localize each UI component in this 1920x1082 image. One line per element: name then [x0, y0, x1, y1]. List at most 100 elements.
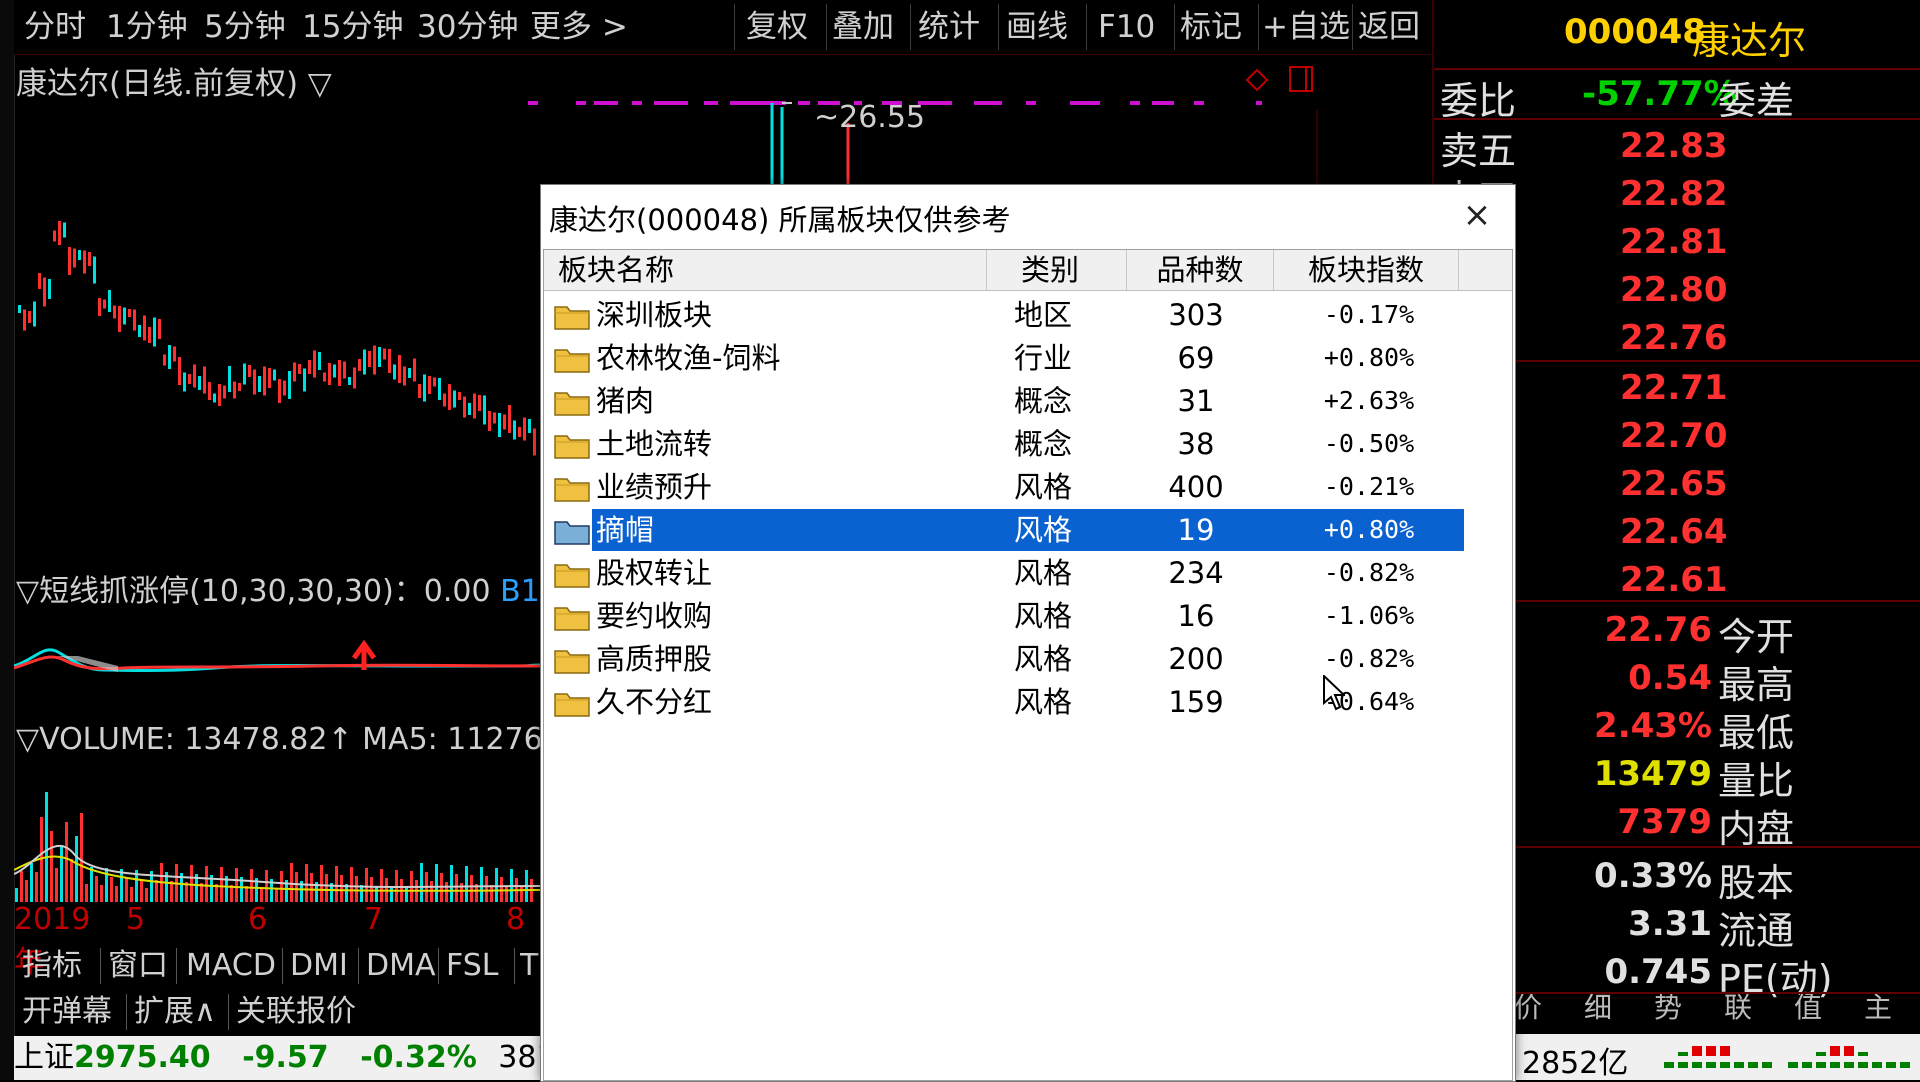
- ask-price[interactable]: 22.82: [1620, 174, 1728, 214]
- tab-indicator[interactable]: 指标: [22, 944, 82, 988]
- ask-price[interactable]: 22.83: [1620, 126, 1728, 166]
- stat-value: 22.76: [1604, 610, 1712, 650]
- tab-price[interactable]: 价: [1514, 994, 1542, 1026]
- related-quotes-button[interactable]: 关联报价: [236, 990, 356, 1034]
- bid-price[interactable]: 22.61: [1620, 560, 1728, 600]
- sector-index: +0.80%: [1323, 343, 1415, 372]
- table-row[interactable]: 土地流转 概念 38 -0.50%: [544, 423, 1464, 465]
- header-category[interactable]: 类别: [974, 250, 1127, 290]
- bid-price[interactable]: 22.70: [1620, 416, 1728, 456]
- folder-icon: [554, 646, 590, 674]
- add-watchlist-button[interactable]: +自选: [1262, 0, 1350, 54]
- tab-tr[interactable]: TR: [520, 944, 540, 988]
- header-sector-name[interactable]: 板块名称: [544, 250, 987, 290]
- tab-5min[interactable]: 5分钟: [204, 0, 286, 54]
- sector-name: 深圳板块: [596, 298, 713, 332]
- folder-icon: [554, 474, 590, 502]
- table-row[interactable]: 高质押股 风格 200 -0.82%: [544, 638, 1464, 680]
- tab-more[interactable]: 更多 >: [530, 0, 628, 54]
- tab-detail[interactable]: 细: [1584, 994, 1612, 1026]
- sector-category: 地区: [1014, 298, 1073, 332]
- sector-index: -0.82%: [1323, 644, 1415, 673]
- sector-category: 概念: [1014, 384, 1073, 418]
- f10-button[interactable]: F10: [1098, 0, 1155, 54]
- folder-icon: [554, 689, 590, 717]
- dialog-titlebar[interactable]: 康达尔(000048) 所属板块仅供参考 ×: [541, 185, 1515, 247]
- statistics-button[interactable]: 统计: [918, 0, 980, 54]
- bid-price[interactable]: 22.64: [1620, 512, 1728, 552]
- sector-name: 土地流转: [596, 427, 713, 461]
- index-status-bar[interactable]: 上证2975.40 -9.57 -0.32% 3813亿: [14, 1036, 605, 1080]
- tab-15min[interactable]: 15分钟: [302, 0, 403, 54]
- sector-name: 业绩预升: [596, 470, 713, 504]
- sector-category: 风格: [1014, 685, 1073, 719]
- tab-minute-chart[interactable]: 分时: [24, 0, 86, 54]
- tab-dmi[interactable]: DMI: [290, 944, 348, 988]
- volume-label[interactable]: ▽VOLUME: 13478.82↑ MA5: 11276.57: [16, 722, 590, 757]
- tab-fsl[interactable]: FSL: [446, 944, 499, 988]
- bid-price[interactable]: 22.65: [1620, 464, 1728, 504]
- expand-toggle[interactable]: 扩展∧: [134, 990, 216, 1034]
- ask-price[interactable]: 22.80: [1620, 270, 1728, 310]
- sector-count: 159: [1168, 685, 1224, 719]
- folder-icon: [554, 345, 590, 373]
- indicator-tabs: 指标 窗口 MACD DMI DMA FSL TR: [14, 944, 540, 988]
- header-count[interactable]: 品种数: [1127, 250, 1274, 290]
- table-row[interactable]: 业绩预升 风格 400 -0.21%: [544, 466, 1464, 508]
- sector-count: 38: [1177, 427, 1215, 461]
- bid-price[interactable]: 22.71: [1620, 368, 1728, 408]
- folder-icon: [554, 560, 590, 588]
- tab-related[interactable]: 联: [1724, 994, 1752, 1026]
- table-row[interactable]: 深圳板块 地区 303 -0.17%: [544, 294, 1464, 336]
- draw-line-button[interactable]: 画线: [1006, 0, 1068, 54]
- back-button[interactable]: 返回: [1358, 0, 1420, 54]
- panel-tabs: 价 细 势 联 值 主: [1514, 992, 1920, 1028]
- tab-window[interactable]: 窗口: [108, 944, 168, 988]
- stat-label: 流通: [1718, 909, 1795, 953]
- sector-name: 久不分红: [596, 685, 713, 719]
- rights-adjust-button[interactable]: 复权: [746, 0, 808, 54]
- table-row[interactable]: 农林牧渔-饲料 行业 69 +0.80%: [544, 337, 1464, 379]
- close-icon[interactable]: ×: [1455, 193, 1499, 237]
- tab-30min[interactable]: 30分钟: [417, 0, 518, 54]
- ask-price[interactable]: 22.76: [1620, 318, 1728, 358]
- sector-category: 风格: [1014, 470, 1073, 504]
- stat-label: 最高: [1718, 663, 1795, 707]
- stat-value: 0.745: [1604, 952, 1712, 992]
- ask-price[interactable]: 22.81: [1620, 222, 1728, 262]
- sector-name: 高质押股: [596, 642, 713, 676]
- overlay-button[interactable]: 叠加: [832, 0, 894, 54]
- period-toolbar: 分时 1分钟 5分钟 15分钟 30分钟 更多 > 复权 叠加 统计 画线 F1…: [14, 0, 1432, 55]
- table-row[interactable]: 摘帽 风格 19 +0.80%: [544, 509, 1464, 551]
- volume-chart: [14, 792, 540, 902]
- barrage-toggle[interactable]: 开弹幕: [22, 990, 112, 1034]
- date-label: 5: [126, 902, 146, 937]
- sector-dialog: 康达尔(000048) 所属板块仅供参考 × 板块名称 类别 品种数 板块指数 …: [540, 184, 1516, 1082]
- sector-index: -0.50%: [1323, 429, 1415, 458]
- tab-value[interactable]: 值: [1794, 994, 1822, 1026]
- stat-value: 2.43%: [1594, 706, 1712, 746]
- chart-stock-title[interactable]: 康达尔(日线.前复权) ▽: [16, 58, 332, 103]
- table-row[interactable]: 要约收购 风格 16 -1.06%: [544, 595, 1464, 637]
- tab-main[interactable]: 主: [1864, 994, 1892, 1026]
- mark-button[interactable]: 标记: [1180, 0, 1242, 54]
- table-row[interactable]: 股权转让 风格 234 -0.82%: [544, 552, 1464, 594]
- stat-label: 内盘: [1718, 807, 1795, 851]
- tab-dma[interactable]: DMA: [366, 944, 436, 988]
- tab-macd[interactable]: MACD: [186, 944, 276, 988]
- stat-label: 最低: [1718, 711, 1795, 755]
- table-row[interactable]: 猪肉 概念 31 +2.63%: [544, 380, 1464, 422]
- market-bottom-bar[interactable]: 2852亿: [1514, 1034, 1920, 1081]
- sector-table: 板块名称 类别 品种数 板块指数 深圳板块 地区 303 -0.17% 农林牧渔-饲料 行…: [543, 249, 1513, 1081]
- stat-label: 股本: [1718, 861, 1795, 905]
- sector-count: 303: [1168, 298, 1224, 332]
- tab-trend[interactable]: 势: [1654, 994, 1682, 1026]
- sector-count: 69: [1177, 341, 1215, 375]
- sector-category: 风格: [1014, 599, 1073, 633]
- sector-name: 股权转让: [596, 556, 713, 590]
- tab-1min[interactable]: 1分钟: [106, 0, 188, 54]
- sector-count: 16: [1177, 599, 1215, 633]
- sector-count: 400: [1168, 470, 1224, 504]
- header-index[interactable]: 板块指数: [1274, 250, 1459, 290]
- sector-index: +2.63%: [1323, 386, 1415, 415]
